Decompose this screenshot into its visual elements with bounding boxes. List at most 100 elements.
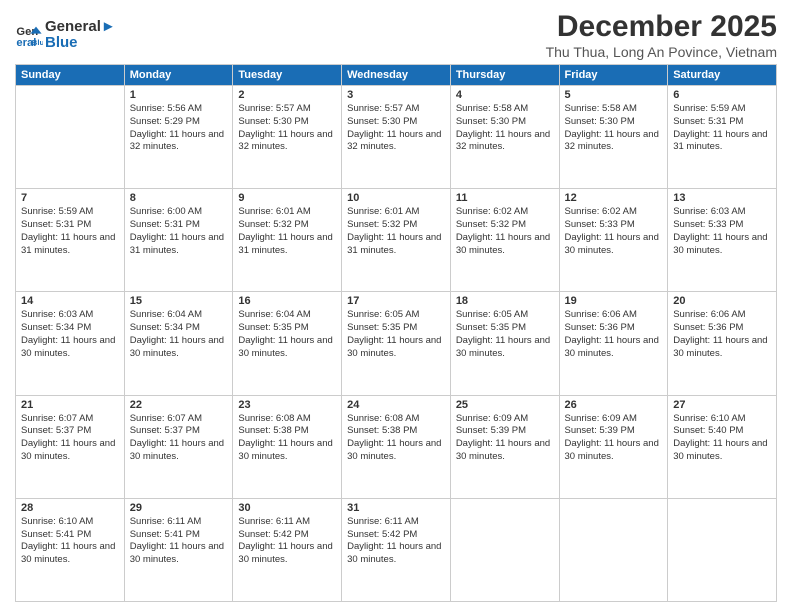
- cell-w5-d6: [559, 498, 668, 601]
- day-number: 12: [565, 192, 663, 204]
- cell-w1-d3: 2 Sunrise: 5:57 AMSunset: 5:30 PMDaylight…: [233, 86, 342, 189]
- day-number: 28: [21, 502, 119, 514]
- day-number: 7: [21, 192, 119, 204]
- day-number: 6: [673, 89, 771, 101]
- cell-info: Sunrise: 6:10 AMSunset: 5:40 PMDaylight:…: [673, 413, 771, 464]
- logo: Gen eral Blue General► Blue: [15, 19, 116, 52]
- day-number: 8: [130, 192, 228, 204]
- week-row-5: 28 Sunrise: 6:10 AMSunset: 5:41 PMDayligh…: [16, 498, 777, 601]
- cell-info: Sunrise: 6:10 AMSunset: 5:41 PMDaylight:…: [21, 516, 119, 567]
- cell-info: Sunrise: 6:04 AMSunset: 5:35 PMDaylight:…: [238, 309, 336, 360]
- cell-w4-d2: 22Sunrise: 6:07 AMSunset: 5:37 PMDayligh…: [124, 395, 233, 498]
- cell-w5-d5: [450, 498, 559, 601]
- cell-info: Sunrise: 5:59 AMSunset: 5:31 PMDaylight:…: [673, 103, 771, 154]
- day-number: 2: [238, 89, 336, 101]
- day-number: 17: [347, 295, 445, 307]
- title-block: December 2025 Thu Thua, Long An Povince,…: [546, 10, 777, 60]
- cell-w1-d2: 1 Sunrise: 5:56 AMSunset: 5:29 PMDaylight…: [124, 86, 233, 189]
- cell-w1-d4: 3 Sunrise: 5:57 AMSunset: 5:30 PMDaylight…: [342, 86, 451, 189]
- cell-w2-d3: 9Sunrise: 6:01 AMSunset: 5:32 PMDaylight…: [233, 189, 342, 292]
- col-monday: Monday: [124, 65, 233, 86]
- logo-icon: Gen eral Blue: [15, 21, 43, 49]
- cell-w3-d5: 18 Sunrise: 6:05 AMSunset: 5:35 PMDayligh…: [450, 292, 559, 395]
- day-number: 21: [21, 399, 119, 411]
- col-tuesday: Tuesday: [233, 65, 342, 86]
- cell-info: Sunrise: 5:59 AMSunset: 5:31 PMDaylight:…: [21, 206, 119, 257]
- cell-info: Sunrise: 6:06 AMSunset: 5:36 PMDaylight:…: [565, 309, 663, 360]
- cell-w5-d1: 28 Sunrise: 6:10 AMSunset: 5:41 PMDayligh…: [16, 498, 125, 601]
- month-title: December 2025: [546, 10, 777, 44]
- page: Gen eral Blue General► Blue December 202…: [0, 0, 792, 612]
- day-number: 29: [130, 502, 228, 514]
- svg-text:Blue: Blue: [32, 38, 43, 47]
- day-number: 1: [130, 89, 228, 101]
- cell-w5-d3: 30Sunrise: 6:11 AMSunset: 5:42 PMDayligh…: [233, 498, 342, 601]
- day-number: 18: [456, 295, 554, 307]
- subtitle: Thu Thua, Long An Povince, Vietnam: [546, 44, 777, 60]
- col-wednesday: Wednesday: [342, 65, 451, 86]
- col-thursday: Thursday: [450, 65, 559, 86]
- cell-w4-d1: 21Sunrise: 6:07 AMSunset: 5:37 PMDayligh…: [16, 395, 125, 498]
- day-number: 26: [565, 399, 663, 411]
- cell-w2-d4: 10Sunrise: 6:01 AMSunset: 5:32 PMDayligh…: [342, 189, 451, 292]
- cell-w1-d5: 4 Sunrise: 5:58 AMSunset: 5:30 PMDaylight…: [450, 86, 559, 189]
- calendar-table: Sunday Monday Tuesday Wednesday Thursday…: [15, 64, 777, 602]
- cell-w4-d4: 24Sunrise: 6:08 AMSunset: 5:38 PMDayligh…: [342, 395, 451, 498]
- cell-info: Sunrise: 6:01 AMSunset: 5:32 PMDaylight:…: [238, 206, 336, 257]
- cell-info: Sunrise: 6:06 AMSunset: 5:36 PMDaylight:…: [673, 309, 771, 360]
- cell-info: Sunrise: 6:02 AMSunset: 5:33 PMDaylight:…: [565, 206, 663, 257]
- cell-info: Sunrise: 6:11 AMSunset: 5:41 PMDaylight:…: [130, 516, 228, 567]
- cell-info: Sunrise: 5:57 AMSunset: 5:30 PMDaylight:…: [347, 103, 445, 154]
- week-row-3: 14 Sunrise: 6:03 AMSunset: 5:34 PMDayligh…: [16, 292, 777, 395]
- cell-w5-d4: 31Sunrise: 6:11 AMSunset: 5:42 PMDayligh…: [342, 498, 451, 601]
- cell-info: Sunrise: 6:03 AMSunset: 5:34 PMDaylight:…: [21, 309, 119, 360]
- day-number: 25: [456, 399, 554, 411]
- cell-info: Sunrise: 6:07 AMSunset: 5:37 PMDaylight:…: [130, 413, 228, 464]
- cell-w4-d3: 23Sunrise: 6:08 AMSunset: 5:38 PMDayligh…: [233, 395, 342, 498]
- day-number: 24: [347, 399, 445, 411]
- col-sunday: Sunday: [16, 65, 125, 86]
- cell-info: Sunrise: 6:09 AMSunset: 5:39 PMDaylight:…: [456, 413, 554, 464]
- cell-info: Sunrise: 6:05 AMSunset: 5:35 PMDaylight:…: [456, 309, 554, 360]
- day-number: 10: [347, 192, 445, 204]
- col-friday: Friday: [559, 65, 668, 86]
- cell-w2-d1: 7 Sunrise: 5:59 AMSunset: 5:31 PMDaylight…: [16, 189, 125, 292]
- cell-info: Sunrise: 6:11 AMSunset: 5:42 PMDaylight:…: [347, 516, 445, 567]
- day-number: 11: [456, 192, 554, 204]
- cell-w3-d3: 16 Sunrise: 6:04 AMSunset: 5:35 PMDayligh…: [233, 292, 342, 395]
- cell-info: Sunrise: 6:00 AMSunset: 5:31 PMDaylight:…: [130, 206, 228, 257]
- day-number: 5: [565, 89, 663, 101]
- cell-w3-d7: 20Sunrise: 6:06 AMSunset: 5:36 PMDayligh…: [668, 292, 777, 395]
- cell-w2-d5: 11 Sunrise: 6:02 AMSunset: 5:32 PMDayligh…: [450, 189, 559, 292]
- day-number: 23: [238, 399, 336, 411]
- cell-w1-d1: [16, 86, 125, 189]
- cell-info: Sunrise: 6:05 AMSunset: 5:35 PMDaylight:…: [347, 309, 445, 360]
- cell-info: Sunrise: 6:02 AMSunset: 5:32 PMDaylight:…: [456, 206, 554, 257]
- cell-w2-d7: 13Sunrise: 6:03 AMSunset: 5:33 PMDayligh…: [668, 189, 777, 292]
- header: Gen eral Blue General► Blue December 202…: [15, 10, 777, 60]
- cell-info: Sunrise: 5:56 AMSunset: 5:29 PMDaylight:…: [130, 103, 228, 154]
- cell-w4-d6: 26 Sunrise: 6:09 AMSunset: 5:39 PMDayligh…: [559, 395, 668, 498]
- cell-info: Sunrise: 5:57 AMSunset: 5:30 PMDaylight:…: [238, 103, 336, 154]
- col-saturday: Saturday: [668, 65, 777, 86]
- header-row: Sunday Monday Tuesday Wednesday Thursday…: [16, 65, 777, 86]
- cell-w4-d7: 27Sunrise: 6:10 AMSunset: 5:40 PMDayligh…: [668, 395, 777, 498]
- cell-info: Sunrise: 6:09 AMSunset: 5:39 PMDaylight:…: [565, 413, 663, 464]
- day-number: 14: [21, 295, 119, 307]
- day-number: 15: [130, 295, 228, 307]
- cell-w3-d2: 15Sunrise: 6:04 AMSunset: 5:34 PMDayligh…: [124, 292, 233, 395]
- cell-w3-d4: 17 Sunrise: 6:05 AMSunset: 5:35 PMDayligh…: [342, 292, 451, 395]
- day-number: 16: [238, 295, 336, 307]
- cell-info: Sunrise: 5:58 AMSunset: 5:30 PMDaylight:…: [456, 103, 554, 154]
- day-number: 13: [673, 192, 771, 204]
- cell-w3-d6: 19 Sunrise: 6:06 AMSunset: 5:36 PMDayligh…: [559, 292, 668, 395]
- day-number: 4: [456, 89, 554, 101]
- day-number: 3: [347, 89, 445, 101]
- day-number: 19: [565, 295, 663, 307]
- week-row-1: 1 Sunrise: 5:56 AMSunset: 5:29 PMDaylight…: [16, 86, 777, 189]
- week-row-2: 7 Sunrise: 5:59 AMSunset: 5:31 PMDaylight…: [16, 189, 777, 292]
- cell-w2-d6: 12 Sunrise: 6:02 AMSunset: 5:33 PMDayligh…: [559, 189, 668, 292]
- cell-w2-d2: 8 Sunrise: 6:00 AMSunset: 5:31 PMDaylight…: [124, 189, 233, 292]
- cell-info: Sunrise: 6:11 AMSunset: 5:42 PMDaylight:…: [238, 516, 336, 567]
- logo-line2: Blue: [45, 35, 116, 52]
